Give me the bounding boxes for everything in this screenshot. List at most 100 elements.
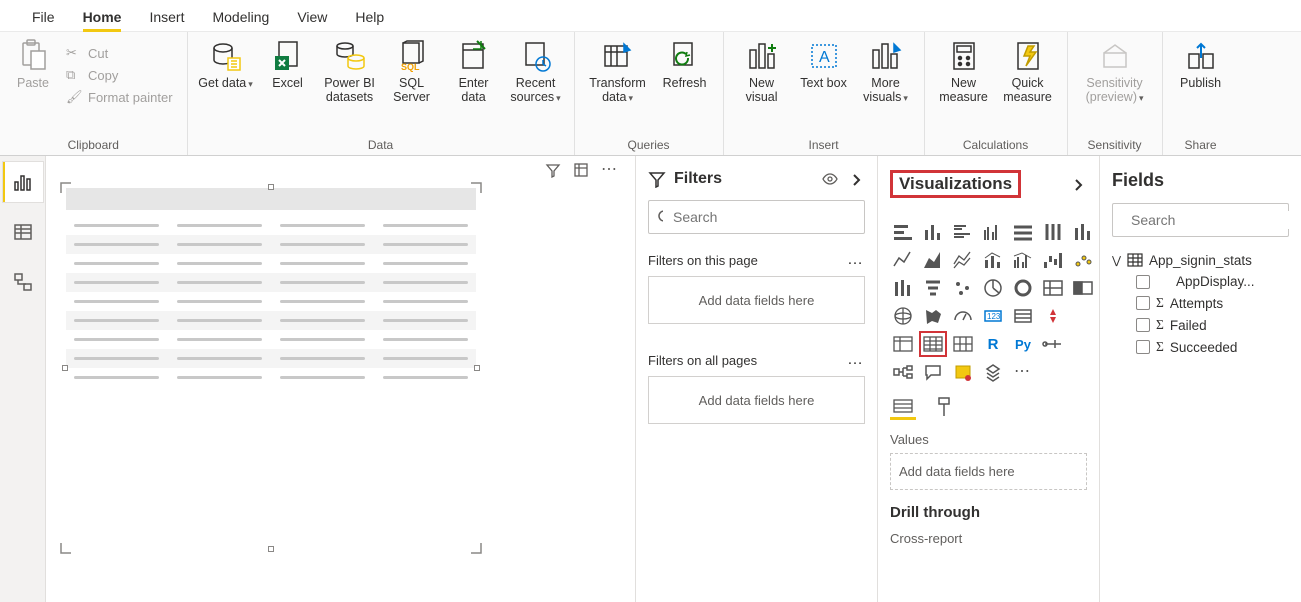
viz-clustered-bar-icon[interactable] [950,220,976,244]
refresh-button[interactable]: Refresh [655,36,715,108]
filters-visibility-icon[interactable] [821,170,839,188]
recent-sources-button[interactable]: Recent sources [506,36,566,108]
visualizations-collapse-icon[interactable] [1069,175,1087,193]
expand-icon[interactable]: ⋁ [1112,254,1121,267]
resize-handle[interactable] [470,542,482,554]
viz-100-stacked-column-icon[interactable] [1040,220,1066,244]
viz-funnel-icon[interactable] [890,276,916,300]
filters-search[interactable] [648,200,865,234]
field-row[interactable]: ΣSucceeded [1112,336,1289,358]
filters-collapse-icon[interactable] [847,170,865,188]
viz-stacked-area-icon[interactable] [950,248,976,272]
tab-modeling[interactable]: Modeling [198,3,283,31]
resize-handle[interactable] [62,365,68,371]
viz-matrix-icon[interactable] [950,332,976,356]
get-data-button[interactable]: Get data [196,36,256,108]
filters-all-dropzone[interactable]: Add data fields here [648,376,865,424]
viz-100-stacked-bar-icon[interactable] [1010,220,1036,244]
filters-search-input[interactable] [671,208,856,226]
data-view-button[interactable] [3,212,43,252]
format-painter-button[interactable]: 🖌Format painter [60,86,179,108]
viz-card-icon[interactable] [1070,276,1096,300]
excel-button[interactable]: Excel [258,36,318,108]
enter-data-button[interactable]: Enter data [444,36,504,108]
resize-handle[interactable] [60,182,72,194]
viz-gauge-icon[interactable] [1040,276,1066,300]
viz-stacked-bar-icon[interactable] [890,220,916,244]
text-box-button[interactable]: A Text box [794,36,854,108]
field-row[interactable]: ΣFailed [1112,314,1289,336]
resize-handle[interactable] [60,542,72,554]
tab-file[interactable]: File [18,3,69,31]
visual-focus-icon[interactable] [573,162,589,178]
viz-more-icon[interactable]: ⋯ [1010,360,1036,384]
cut-button[interactable]: ✂Cut [60,42,179,64]
format-tab-icon[interactable] [930,394,956,420]
resize-handle[interactable] [474,365,480,371]
field-checkbox[interactable] [1136,296,1150,310]
viz-matrix-icon-a[interactable] [890,332,916,356]
filters-page-dropzone[interactable]: Add data fields here [648,276,865,324]
viz-line-clustered-column-icon[interactable] [1010,248,1036,272]
paste-button[interactable]: Paste [8,36,58,108]
sensitivity-button[interactable]: Sensitivity (preview) [1076,36,1154,108]
viz-import-icon[interactable] [980,360,1006,384]
field-checkbox[interactable] [1136,318,1150,332]
viz-treemap-icon[interactable] [920,276,946,300]
report-view-button[interactable] [3,162,43,202]
viz-decomposition-icon[interactable] [890,360,916,384]
fields-search[interactable] [1112,203,1289,237]
viz-area-icon[interactable] [920,248,946,272]
visual-more-icon[interactable]: ⋯ [601,162,619,178]
tab-home[interactable]: Home [69,3,136,31]
viz-python-icon[interactable]: Py [1010,332,1036,356]
report-canvas[interactable]: ⋯ [46,156,636,602]
viz-clustered-column-icon[interactable] [980,220,1006,244]
viz-filled-map-icon[interactable] [920,304,946,328]
new-measure-button[interactable]: New measure [933,36,995,108]
quick-measure-button[interactable]: Quick measure [997,36,1059,108]
field-checkbox[interactable] [1136,275,1150,289]
field-row[interactable]: AppDisplay... [1112,271,1289,292]
visual-filter-icon[interactable] [545,162,561,178]
field-checkbox[interactable] [1136,340,1150,354]
fields-search-input[interactable] [1129,211,1301,229]
viz-waterfall-icon[interactable] [1040,248,1066,272]
copy-button[interactable]: ⧉Copy [60,64,179,86]
resize-handle[interactable] [268,546,274,552]
resize-handle[interactable] [268,184,274,190]
viz-globe-icon[interactable] [890,304,916,328]
viz-multirow-card-icon[interactable]: 123 [980,304,1006,328]
fields-tab-icon[interactable] [890,394,916,420]
viz-key-influencers-icon[interactable] [1040,332,1066,356]
tab-insert[interactable]: Insert [135,3,198,31]
viz-qa-icon[interactable] [920,360,946,384]
filters-all-more-icon[interactable]: … [847,352,865,368]
viz-slicer-icon[interactable] [1040,304,1066,328]
filters-page-more-icon[interactable]: … [847,252,865,268]
resize-handle[interactable] [470,182,482,194]
viz-custom-icon[interactable] [950,360,976,384]
sql-server-button[interactable]: SQL SQL Server [382,36,442,108]
new-visual-button[interactable]: New visual [732,36,792,108]
fields-table-row[interactable]: ⋁ App_signin_stats [1112,249,1289,271]
powerbi-datasets-button[interactable]: Power BI datasets [320,36,380,108]
viz-pie-icon[interactable] [980,276,1006,300]
viz-table-icon[interactable] [920,332,946,356]
model-view-button[interactable] [3,262,43,302]
tab-help[interactable]: Help [341,3,398,31]
viz-kpi-icon[interactable] [1010,304,1036,328]
viz-r-script-icon[interactable]: R [980,332,1006,356]
viz-ribbon-icon[interactable] [1070,220,1096,244]
values-dropzone[interactable]: Add data fields here [890,453,1087,490]
viz-map-icon[interactable] [950,276,976,300]
table-visual-placeholder[interactable] [66,188,476,548]
viz-line-icon[interactable] [890,248,916,272]
viz-shape-map-icon[interactable] [950,304,976,328]
more-visuals-button[interactable]: More visuals [856,36,916,108]
field-row[interactable]: ΣAttempts [1112,292,1289,314]
publish-button[interactable]: Publish [1171,36,1231,108]
viz-stacked-column-icon[interactable] [920,220,946,244]
viz-donut-icon[interactable] [1010,276,1036,300]
viz-line-stacked-column-icon[interactable] [980,248,1006,272]
